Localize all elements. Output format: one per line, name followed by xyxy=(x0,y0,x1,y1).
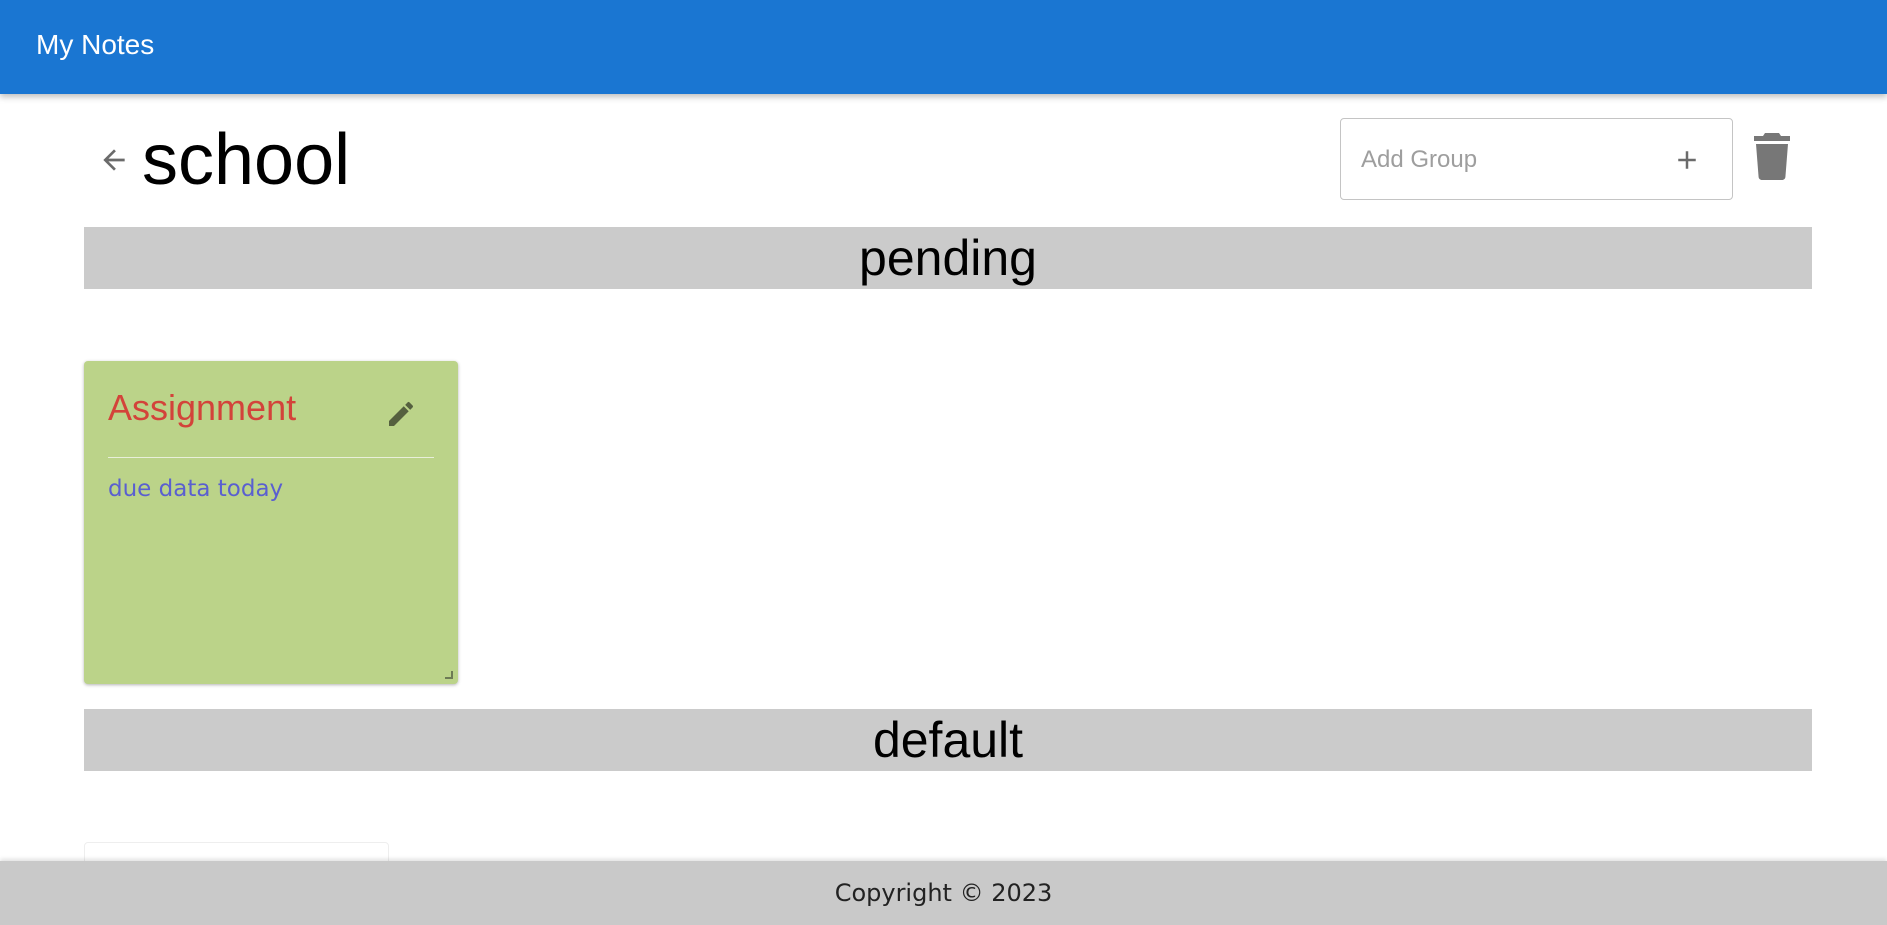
add-group-button[interactable] xyxy=(1668,141,1706,179)
copyright-text: Copyright © 2023 xyxy=(834,879,1053,907)
note-card[interactable]: Assignment due data today xyxy=(84,361,458,684)
app-bar: My Notes xyxy=(0,0,1887,94)
delete-button[interactable] xyxy=(1752,132,1792,180)
note-divider xyxy=(108,457,434,458)
resize-handle[interactable] xyxy=(445,671,453,679)
group-header-pending: pending xyxy=(84,227,1812,289)
pencil-icon xyxy=(389,401,414,426)
app-title: My Notes xyxy=(36,29,155,60)
footer: Copyright © 2023 xyxy=(0,861,1887,925)
trash-icon xyxy=(1754,133,1790,180)
note-body: due data today xyxy=(108,476,284,502)
edit-note-button[interactable] xyxy=(384,397,418,431)
back-button[interactable] xyxy=(96,142,132,178)
plus-icon xyxy=(1678,151,1696,169)
add-group-field xyxy=(1340,118,1733,200)
arrow-left-icon xyxy=(103,149,125,171)
group-header-default: default xyxy=(84,709,1812,771)
add-group-input[interactable] xyxy=(1359,139,1643,181)
note-title: Assignment xyxy=(108,387,297,428)
page-title: school xyxy=(142,120,351,200)
